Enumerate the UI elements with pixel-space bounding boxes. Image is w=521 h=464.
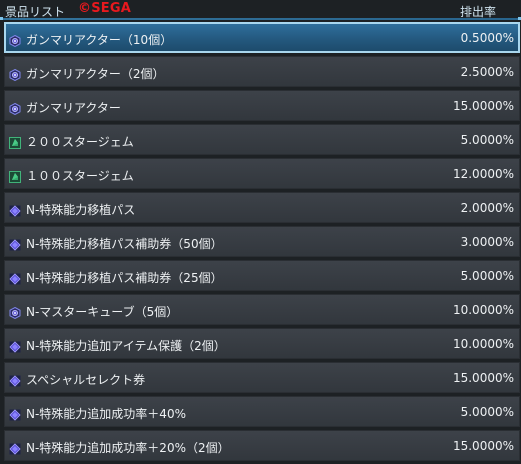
prize-row-selected[interactable]: ガンマリアクター（10個） 0.5000%	[4, 22, 520, 53]
prize-name: ガンマリアクター	[26, 101, 121, 115]
prize-name: N-特殊能力追加アイテム保護（2個）	[26, 339, 226, 353]
prize-row[interactable]: N-特殊能力移植パス 2.0000%	[4, 192, 520, 223]
prize-row[interactable]: ２００スタージェム 5.0000%	[4, 124, 520, 155]
diamond-item-icon	[9, 236, 21, 251]
diamond-item-icon	[9, 202, 21, 217]
prize-name: ２００スタージェム	[26, 135, 134, 149]
header-corner-left	[0, 17, 3, 20]
prize-row[interactable]: N-特殊能力移植パス補助券（25個） 5.0000%	[4, 260, 520, 291]
prize-name: ガンマリアクター（10個）	[26, 33, 173, 47]
drop-rate-value: 0.5000%	[460, 31, 514, 45]
stargem-icon	[9, 134, 21, 149]
drop-rate-value: 15.0000%	[452, 99, 514, 113]
reactor-icon	[9, 304, 21, 320]
diamond-item-icon	[9, 406, 21, 421]
prize-row[interactable]: N-特殊能力移植パス補助券（50個） 3.0000%	[4, 226, 520, 257]
drop-rate-value: 15.0000%	[452, 439, 514, 453]
drop-rate-value: 10.0000%	[452, 337, 514, 351]
drop-rate-value: 5.0000%	[460, 405, 514, 419]
prize-row[interactable]: ガンマリアクター（2個） 2.5000%	[4, 56, 520, 87]
prize-row[interactable]: N-特殊能力追加アイテム保護（2個） 10.0000%	[4, 328, 520, 359]
reactor-icon	[9, 100, 21, 116]
reactor-icon	[9, 32, 21, 48]
prize-name: N-特殊能力移植パス	[26, 203, 136, 217]
sega-copyright-logo: ©SEGA	[78, 1, 131, 16]
drop-rate-value: 10.0000%	[452, 303, 514, 317]
prize-name: N-特殊能力移植パス補助券（25個）	[26, 271, 223, 285]
prize-row[interactable]: N-マスターキューブ（5個） 10.0000%	[4, 294, 520, 325]
diamond-item-icon	[9, 338, 21, 353]
drop-rate-value: 2.0000%	[460, 201, 514, 215]
prize-list: ガンマリアクター（10個） 0.5000% ガンマリアクター（2個） 2.5000% ガ…	[4, 22, 520, 464]
drop-rate-value: 15.0000%	[452, 371, 514, 385]
header-divider	[0, 18, 521, 20]
diamond-item-icon	[9, 440, 21, 455]
prize-list-header: 景品リスト ©SEGA 排出率	[0, 0, 521, 20]
prize-name: N-特殊能力追加成功率＋40%	[26, 407, 186, 421]
prize-row[interactable]: N-特殊能力追加成功率＋40% 5.0000%	[4, 396, 520, 427]
drop-rate-value: 12.0000%	[452, 167, 514, 181]
prize-name: N-特殊能力移植パス補助券（50個）	[26, 237, 223, 251]
prize-row[interactable]: N-特殊能力追加成功率＋20%（2個） 15.0000%	[4, 430, 520, 461]
prize-row[interactable]: スペシャルセレクト券 15.0000%	[4, 362, 520, 393]
drop-rate-value: 5.0000%	[460, 133, 514, 147]
prize-name: スペシャルセレクト券	[26, 373, 146, 387]
drop-rate-value: 2.5000%	[460, 65, 514, 79]
stargem-icon	[9, 168, 21, 183]
reactor-icon	[9, 66, 21, 82]
diamond-item-icon	[9, 270, 21, 285]
diamond-item-icon	[9, 372, 21, 387]
prize-row[interactable]: ガンマリアクター 15.0000%	[4, 90, 520, 121]
prize-name: ガンマリアクター（2個）	[26, 67, 165, 81]
drop-rate-value: 3.0000%	[460, 235, 514, 249]
prize-name: N-特殊能力追加成功率＋20%（2個）	[26, 441, 230, 455]
drop-rate-value: 5.0000%	[460, 269, 514, 283]
prize-name: N-マスターキューブ（5個）	[26, 305, 179, 319]
prize-name: １００スタージェム	[26, 169, 134, 183]
prize-row[interactable]: １００スタージェム 12.0000%	[4, 158, 520, 189]
